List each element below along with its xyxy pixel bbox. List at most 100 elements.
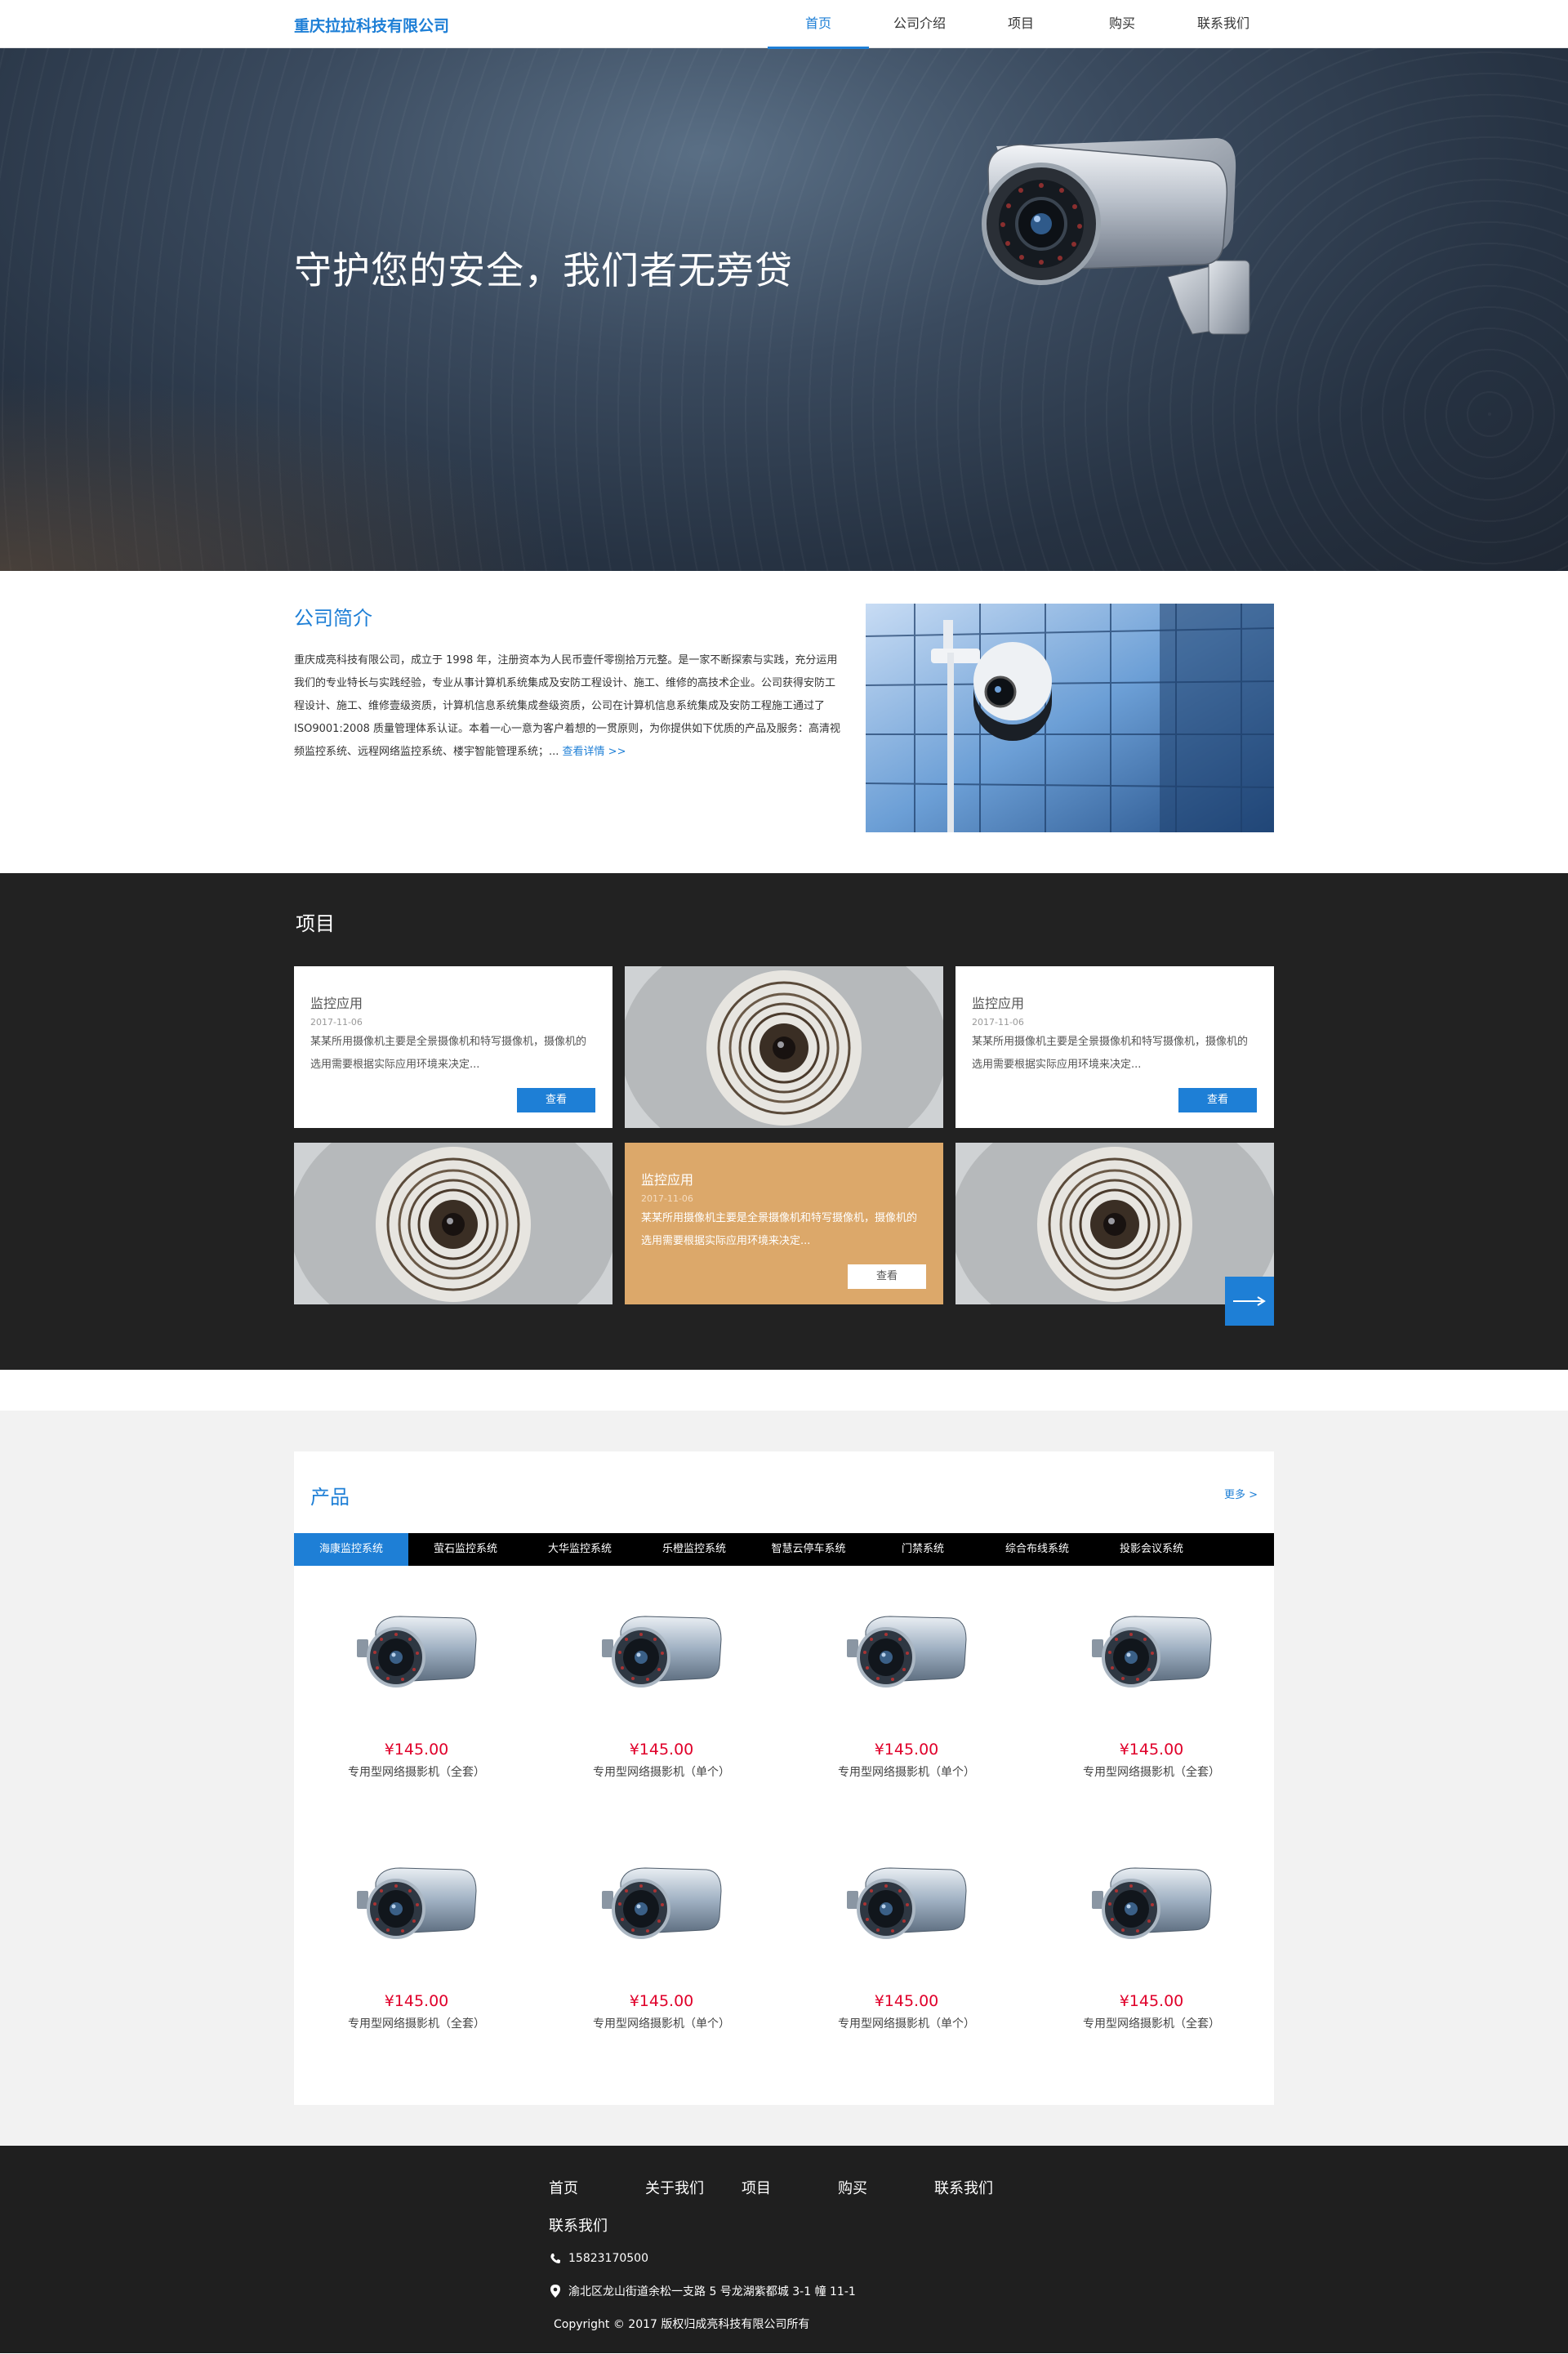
project-desc: 某某所用摄像机主要是全景摄像机和特写摄像机，摄像机的选用需要根据实际应用环境来决… <box>641 1212 918 1247</box>
footer-nav-home[interactable]: 首页 <box>549 2177 645 2198</box>
footer-nav-contact[interactable]: 联系我们 <box>934 2177 1031 2198</box>
phone-icon <box>549 2252 562 2265</box>
product-category-tabs: 海康监控系统 萤石监控系统 大华监控系统 乐橙监控系统 智慧云停车系统 门禁系统… <box>294 1533 1274 1566</box>
project-view-button[interactable]: 查看 <box>848 1264 926 1289</box>
product-name[interactable]: 专用型网络摄影机（单个） <box>784 1763 1029 1780</box>
product-price: ¥145.00 <box>874 1741 939 1759</box>
projects-title: 项目 <box>296 912 335 935</box>
security-camera-image <box>982 138 1250 335</box>
project-photo[interactable] <box>294 1143 612 1304</box>
project-date: 2017-11-06 <box>641 1193 693 1204</box>
site-footer: 首页 关于我们 项目 购买 联系我们 联系我们 15823170500 渝北区龙… <box>0 2146 1568 2353</box>
about-section: 公司简介 重庆成亮科技有限公司，成立于 1998 年，注册资本为人民币壹仟零捌拾… <box>0 571 1568 873</box>
nav-item-projects[interactable]: 项目 <box>970 0 1071 48</box>
footer-phone: 15823170500 <box>549 2252 648 2265</box>
site-logo[interactable]: 重庆拉拉科技有限公司 <box>294 14 449 36</box>
tab-hikvision[interactable]: 海康监控系统 <box>294 1533 408 1566</box>
nav-item-home[interactable]: 首页 <box>768 0 869 49</box>
footer-nav-projects[interactable]: 项目 <box>742 2177 838 2198</box>
product-camera-image <box>357 1867 477 1939</box>
product-camera-image <box>357 1616 477 1687</box>
project-view-button[interactable]: 查看 <box>517 1088 595 1112</box>
product-item[interactable]: ¥145.00 专用型网络摄影机（全套） <box>1029 1607 1274 1858</box>
product-item[interactable]: ¥145.00 专用型网络摄影机（单个） <box>539 1858 784 2110</box>
project-card[interactable]: 监控应用 2017-11-06 某某所用摄像机主要是全景摄像机和特写摄像机，摄像… <box>294 966 612 1128</box>
footer-contact-title: 联系我们 <box>549 2218 608 2235</box>
tab-projection-conference[interactable]: 投影会议系统 <box>1094 1533 1209 1566</box>
product-name[interactable]: 专用型网络摄影机（全套） <box>1029 2015 1274 2031</box>
nav-item-buy[interactable]: 购买 <box>1071 0 1173 48</box>
product-price: ¥145.00 <box>384 1992 449 2010</box>
tab-access-control[interactable]: 门禁系统 <box>866 1533 980 1566</box>
product-name[interactable]: 专用型网络摄影机（单个） <box>539 1763 784 1780</box>
product-camera-image <box>1092 1616 1212 1687</box>
project-view-button[interactable]: 查看 <box>1178 1088 1257 1112</box>
product-item[interactable]: ¥145.00 专用型网络摄影机（全套） <box>294 1607 539 1858</box>
product-item[interactable]: ¥145.00 专用型网络摄影机（单个） <box>784 1858 1029 2110</box>
product-price: ¥145.00 <box>384 1741 449 1759</box>
about-title: 公司简介 <box>294 607 372 630</box>
nav-item-contact[interactable]: 联系我们 <box>1173 0 1274 48</box>
projects-grid: 监控应用 2017-11-06 某某所用摄像机主要是全景摄像机和特写摄像机，摄像… <box>294 966 1274 1304</box>
building-camera-image <box>866 604 1274 832</box>
products-panel: 产品 更多 > 海康监控系统 萤石监控系统 大华监控系统 乐橙监控系统 智慧云停… <box>294 1451 1274 2105</box>
nav-item-about[interactable]: 公司介绍 <box>869 0 970 48</box>
project-name: 监控应用 <box>310 996 363 1011</box>
product-price: ¥145.00 <box>629 1741 694 1759</box>
projects-section: 项目 监控应用 2017-11-06 某某所用摄像机主要是全景摄像机和特写摄像机… <box>0 873 1568 1370</box>
footer-address-text: 渝北区龙山街道余松一支路 5 号龙湖紫都城 3-1 幢 11-1 <box>568 2285 856 2298</box>
about-body: 重庆成亮科技有限公司，成立于 1998 年，注册资本为人民币壹仟零捌拾万元整。是… <box>294 654 840 758</box>
product-name[interactable]: 专用型网络摄影机（单个） <box>539 2015 784 2031</box>
product-grid: ¥145.00 专用型网络摄影机（全套） ¥145.00 专用型网络摄影机（单个） ¥1… <box>294 1607 1274 2110</box>
product-name[interactable]: 专用型网络摄影机（单个） <box>784 2015 1029 2031</box>
project-name: 监控应用 <box>972 996 1025 1011</box>
footer-copyright: Copyright © 2017 版权归成亮科技有限公司所有 <box>554 2318 810 2331</box>
product-price: ¥145.00 <box>874 1992 939 2010</box>
tab-ezviz[interactable]: 萤石监控系统 <box>408 1533 523 1566</box>
product-price: ¥145.00 <box>1119 1992 1184 2010</box>
product-camera-image <box>847 1867 967 1939</box>
project-desc: 某某所用摄像机主要是全景摄像机和特写摄像机，摄像机的选用需要根据实际应用环境来决… <box>972 1036 1249 1071</box>
project-date: 2017-11-06 <box>310 1017 363 1028</box>
camera-lens-image <box>625 966 943 1128</box>
footer-address: 渝北区龙山街道余松一支路 5 号龙湖紫都城 3-1 幢 11-1 <box>549 2283 856 2299</box>
tab-cabling[interactable]: 综合布线系统 <box>980 1533 1094 1566</box>
product-item[interactable]: ¥145.00 专用型网络摄影机（单个） <box>784 1607 1029 1858</box>
projects-next-button[interactable] <box>1225 1277 1274 1326</box>
product-name[interactable]: 专用型网络摄影机（全套） <box>294 2015 539 2031</box>
tab-smart-parking[interactable]: 智慧云停车系统 <box>751 1533 866 1566</box>
product-camera-image <box>602 1867 722 1939</box>
project-desc: 某某所用摄像机主要是全景摄像机和特写摄像机，摄像机的选用需要根据实际应用环境来决… <box>310 1036 587 1071</box>
product-name[interactable]: 专用型网络摄影机（全套） <box>1029 1763 1274 1780</box>
footer-nav-about[interactable]: 关于我们 <box>645 2177 742 2198</box>
arrow-right-icon <box>1233 1296 1266 1306</box>
project-card[interactable]: 监控应用 2017-11-06 某某所用摄像机主要是全景摄像机和特写摄像机，摄像… <box>956 966 1274 1128</box>
tab-dahua[interactable]: 大华监控系统 <box>523 1533 637 1566</box>
product-item[interactable]: ¥145.00 专用型网络摄影机（全套） <box>1029 1858 1274 2110</box>
camera-lens-image <box>294 1143 612 1304</box>
product-price: ¥145.00 <box>629 1992 694 2010</box>
product-camera-image <box>602 1616 722 1687</box>
hero-banner: 守护您的安全，我们者无旁贷 <box>0 48 1568 571</box>
project-card-highlighted[interactable]: 监控应用 2017-11-06 某某所用摄像机主要是全景摄像机和特写摄像机，摄像… <box>625 1143 943 1304</box>
footer-phone-number: 15823170500 <box>568 2252 648 2265</box>
site-header: 重庆拉拉科技有限公司 首页 公司介绍 项目 购买 联系我们 <box>0 0 1568 49</box>
project-date: 2017-11-06 <box>972 1017 1024 1028</box>
products-more-link[interactable]: 更多 > <box>1224 1486 1258 1501</box>
project-photo[interactable] <box>625 966 943 1128</box>
hero-title: 守护您的安全，我们者无旁贷 <box>294 248 793 292</box>
products-section: 产品 更多 > 海康监控系统 萤石监控系统 大华监控系统 乐橙监控系统 智慧云停… <box>0 1411 1568 2146</box>
product-camera-image <box>847 1616 967 1687</box>
footer-nav-buy[interactable]: 购买 <box>838 2177 934 2198</box>
main-nav: 首页 公司介绍 项目 购买 联系我们 <box>768 0 1274 49</box>
tab-imou[interactable]: 乐橙监控系统 <box>637 1533 751 1566</box>
product-item[interactable]: ¥145.00 专用型网络摄影机（单个） <box>539 1607 784 1858</box>
footer-nav: 首页 关于我们 项目 购买 联系我们 <box>549 2177 1031 2198</box>
product-name[interactable]: 专用型网络摄影机（全套） <box>294 1763 539 1780</box>
about-more-link[interactable]: 查看详情 >> <box>563 746 626 758</box>
product-price: ¥145.00 <box>1119 1741 1184 1759</box>
products-title: 产品 <box>310 1486 350 1509</box>
product-item[interactable]: ¥145.00 专用型网络摄影机（全套） <box>294 1858 539 2110</box>
about-text: 重庆成亮科技有限公司，成立于 1998 年，注册资本为人民币壹仟零捌拾万元整。是… <box>294 649 841 764</box>
project-name: 监控应用 <box>641 1172 694 1188</box>
